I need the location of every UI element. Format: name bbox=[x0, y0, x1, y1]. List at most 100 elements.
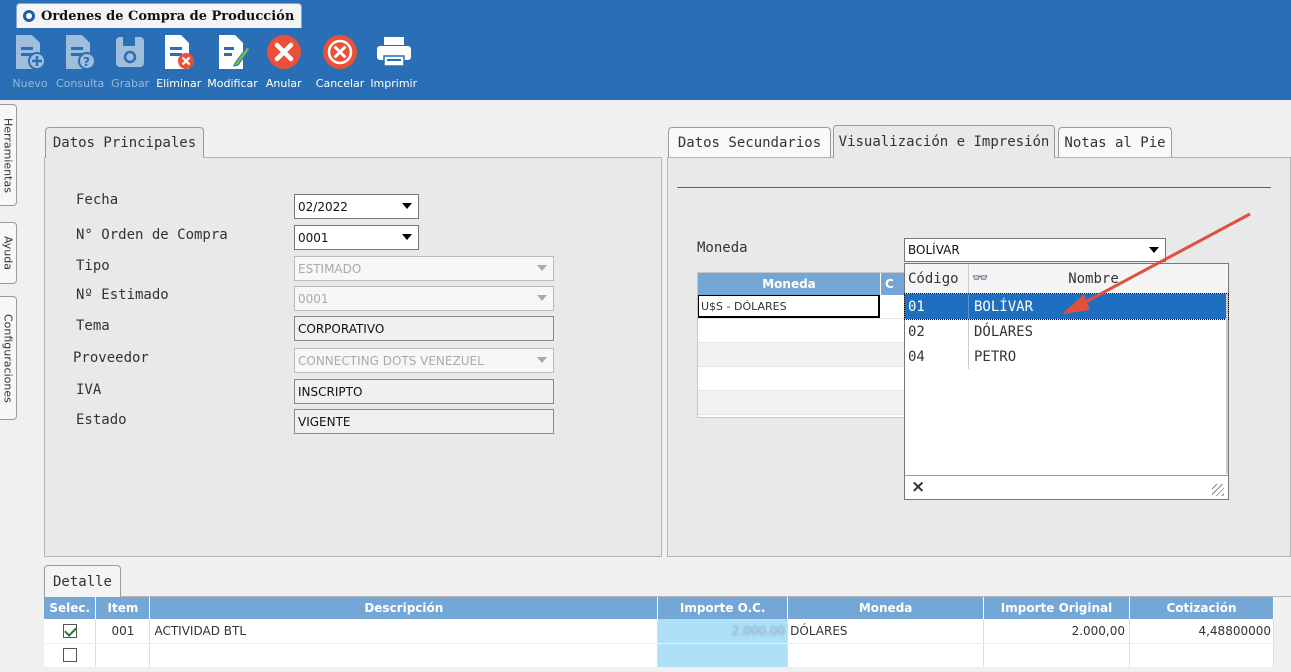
tema-field[interactable]: CORPORATIVO bbox=[294, 316, 554, 341]
grid-row[interactable] bbox=[698, 343, 904, 367]
grid-row[interactable] bbox=[698, 391, 904, 415]
binoculars-icon[interactable]: 👓 bbox=[972, 271, 988, 286]
popup-scrollbar[interactable] bbox=[1226, 294, 1228, 474]
cell-item bbox=[95, 643, 151, 668]
print-button[interactable]: Imprimir bbox=[370, 28, 417, 100]
save-button[interactable]: Grabar bbox=[110, 28, 150, 100]
chevron-down-icon bbox=[537, 265, 547, 271]
col-item[interactable]: Item bbox=[95, 597, 151, 619]
cell-descripcion bbox=[149, 643, 659, 668]
grid-header-c[interactable]: C bbox=[880, 273, 904, 295]
tab-datos-secundarios[interactable]: Datos Secundarios bbox=[668, 127, 831, 157]
col-descripcion[interactable]: Descripción bbox=[149, 597, 659, 619]
sidetab-tools[interactable]: Herramientas bbox=[0, 104, 17, 206]
void-icon bbox=[264, 32, 304, 72]
row-checkbox[interactable] bbox=[62, 624, 77, 638]
estado-field[interactable]: VIGENTE bbox=[294, 409, 554, 434]
popup-header-code[interactable]: Código bbox=[905, 264, 969, 293]
cell-cotizacion bbox=[1129, 643, 1274, 668]
print-button-label: Imprimir bbox=[370, 77, 418, 90]
query-button-label: Consulta bbox=[56, 77, 105, 90]
col-importe-oc[interactable]: Importe O.C. bbox=[657, 597, 789, 619]
cell-item: 001 bbox=[95, 619, 151, 644]
iva-field[interactable]: INSCRIPTO bbox=[294, 379, 554, 404]
chevron-down-icon bbox=[537, 295, 547, 301]
label-proveedor: Proveedor bbox=[73, 350, 149, 366]
grid-row[interactable]: U$S - DÓLARES bbox=[698, 295, 904, 319]
col-importe-original[interactable]: Importe Original bbox=[983, 597, 1130, 619]
table-row[interactable]: 001 ACTIVIDAD BTL 2.000,00 DÓLARES 2.000… bbox=[44, 619, 1274, 644]
new-button[interactable]: Nuevo bbox=[10, 28, 50, 100]
cell-importe-oc[interactable]: 2.000,00 bbox=[657, 619, 789, 644]
col-moneda[interactable]: Moneda bbox=[787, 597, 985, 619]
window-tab[interactable]: Ordenes de Compra de Producción bbox=[16, 3, 302, 28]
label-tipo: Tipo bbox=[76, 258, 110, 274]
void-button[interactable]: Anular bbox=[264, 28, 304, 100]
delete-button[interactable]: Eliminar bbox=[156, 28, 201, 100]
dropdown-option-dolares[interactable]: 02 DÓLARES bbox=[905, 319, 1228, 344]
cell-descripcion: ACTIVIDAD BTL bbox=[149, 619, 659, 644]
cell-moneda: DÓLARES bbox=[787, 619, 985, 644]
close-icon[interactable]: × bbox=[911, 477, 925, 497]
edit-button[interactable]: Modificar bbox=[207, 28, 258, 100]
cell-moneda bbox=[787, 643, 985, 668]
app-icon bbox=[23, 10, 35, 22]
label-moneda: Moneda bbox=[697, 240, 748, 256]
query-doc-icon: ? bbox=[60, 32, 100, 72]
tab-datos-principales[interactable]: Datos Principales bbox=[45, 127, 204, 158]
table-row[interactable] bbox=[44, 643, 1274, 668]
row-checkbox[interactable] bbox=[62, 648, 77, 663]
moneda-grid: Moneda C U$S - DÓLARES bbox=[697, 272, 905, 418]
chevron-down-icon bbox=[402, 234, 412, 240]
divider bbox=[677, 187, 1271, 188]
chevron-down-icon bbox=[537, 357, 547, 363]
edit-doc-icon bbox=[213, 32, 253, 72]
col-cotizacion[interactable]: Cotización bbox=[1129, 597, 1274, 619]
save-button-label: Grabar bbox=[111, 77, 150, 90]
label-tema: Tema bbox=[76, 318, 110, 334]
cell-importe-original bbox=[983, 643, 1130, 668]
estimado-select[interactable]: 0001 bbox=[294, 286, 554, 311]
label-orden-compra: N° Orden de Compra bbox=[76, 227, 228, 243]
save-icon bbox=[110, 32, 150, 72]
cancel-icon bbox=[320, 32, 360, 72]
orden-compra-select[interactable]: 0001 bbox=[294, 225, 419, 250]
new-button-label: Nuevo bbox=[12, 77, 48, 90]
delete-doc-icon bbox=[159, 32, 199, 72]
cell-importe-original: 2.000,00 bbox=[983, 619, 1130, 644]
col-selec[interactable]: Selec. bbox=[44, 597, 97, 619]
query-button[interactable]: ? Consulta bbox=[56, 28, 104, 100]
void-button-label: Anular bbox=[265, 77, 302, 90]
tipo-select[interactable]: ESTIMADO bbox=[294, 256, 554, 281]
label-iva: IVA bbox=[76, 382, 102, 398]
tab-notas-pie[interactable]: Notas al Pie bbox=[1058, 127, 1172, 157]
cell-cotizacion: 4,48800000 bbox=[1129, 619, 1274, 644]
proveedor-select[interactable]: CONNECTING DOTS VENEZUEL bbox=[294, 348, 554, 373]
tab-detalle[interactable]: Detalle bbox=[44, 565, 121, 597]
toolbar: Nuevo ? Consulta Grabar Eliminar Modific… bbox=[0, 28, 1291, 100]
edit-button-label: Modificar bbox=[207, 77, 258, 90]
cancel-button[interactable]: Cancelar bbox=[315, 28, 365, 100]
svg-text:?: ? bbox=[83, 55, 90, 69]
grid-header-moneda[interactable]: Moneda bbox=[698, 273, 880, 295]
sidetab-help[interactable]: Ayuda bbox=[0, 222, 17, 284]
sidetab-settings[interactable]: Configuraciones bbox=[0, 296, 17, 420]
label-fecha: Fecha bbox=[76, 192, 119, 208]
detail-table: Selec. Item Descripción Importe O.C. Mon… bbox=[44, 597, 1274, 668]
grid-row[interactable] bbox=[698, 319, 904, 343]
label-estimado: Nº Estimado bbox=[76, 287, 169, 303]
new-doc-icon bbox=[10, 32, 50, 72]
grid-cell-moneda: U$S - DÓLARES bbox=[698, 295, 880, 318]
printer-icon bbox=[374, 32, 414, 72]
delete-button-label: Eliminar bbox=[156, 77, 202, 90]
cell-importe-oc[interactable] bbox=[657, 643, 789, 668]
fecha-select[interactable]: 02/2022 bbox=[294, 194, 419, 219]
dropdown-option-petro[interactable]: 04 PETRO bbox=[905, 344, 1228, 369]
tab-visualizacion[interactable]: Visualización e Impresión bbox=[833, 125, 1055, 158]
resize-grip-icon[interactable] bbox=[1212, 484, 1224, 496]
cancel-button-label: Cancelar bbox=[315, 77, 365, 90]
annotation-arrow bbox=[1062, 212, 1251, 314]
grid-row[interactable] bbox=[698, 367, 904, 391]
label-estado: Estado bbox=[76, 412, 127, 428]
chevron-down-icon bbox=[402, 203, 412, 209]
